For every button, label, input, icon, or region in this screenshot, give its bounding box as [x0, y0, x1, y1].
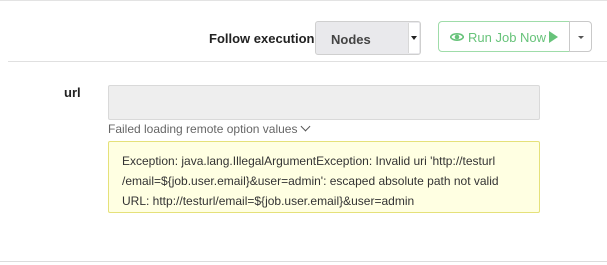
remote-options-error-message: Exception: java.lang.IllegalArgumentExce…	[108, 141, 540, 213]
failed-loading-label: Failed loading remote option values	[108, 122, 298, 136]
caret-down-icon	[578, 36, 584, 39]
section-divider	[8, 61, 607, 62]
select-arrow	[408, 23, 419, 53]
option-label-url: url	[64, 85, 81, 100]
top-border	[0, 0, 607, 1]
run-job-now-button[interactable]: Run Job Now	[438, 21, 570, 52]
eye-icon	[450, 33, 464, 41]
url-option-input[interactable]	[108, 85, 540, 120]
run-options-dropdown-button[interactable]	[569, 21, 592, 52]
caret-down-icon	[411, 36, 417, 40]
run-job-now-label: Run Job Now	[468, 30, 547, 45]
bottom-border	[0, 261, 607, 262]
follow-execution-select[interactable]: Nodes	[315, 21, 421, 55]
play-icon	[549, 31, 558, 43]
error-line: URL: http://testurl/email=${job.user.ema…	[122, 194, 415, 208]
failed-loading-remote-options-toggle[interactable]: Failed loading remote option values	[108, 121, 311, 136]
chevron-down-icon	[301, 121, 311, 132]
follow-execution-select-value: Nodes	[331, 32, 371, 47]
error-line: Exception: java.lang.IllegalArgumentExce…	[122, 154, 496, 168]
follow-execution-label: Follow execution	[209, 31, 315, 46]
error-line: /email=${job.user.email}&user=admin': es…	[122, 174, 499, 188]
